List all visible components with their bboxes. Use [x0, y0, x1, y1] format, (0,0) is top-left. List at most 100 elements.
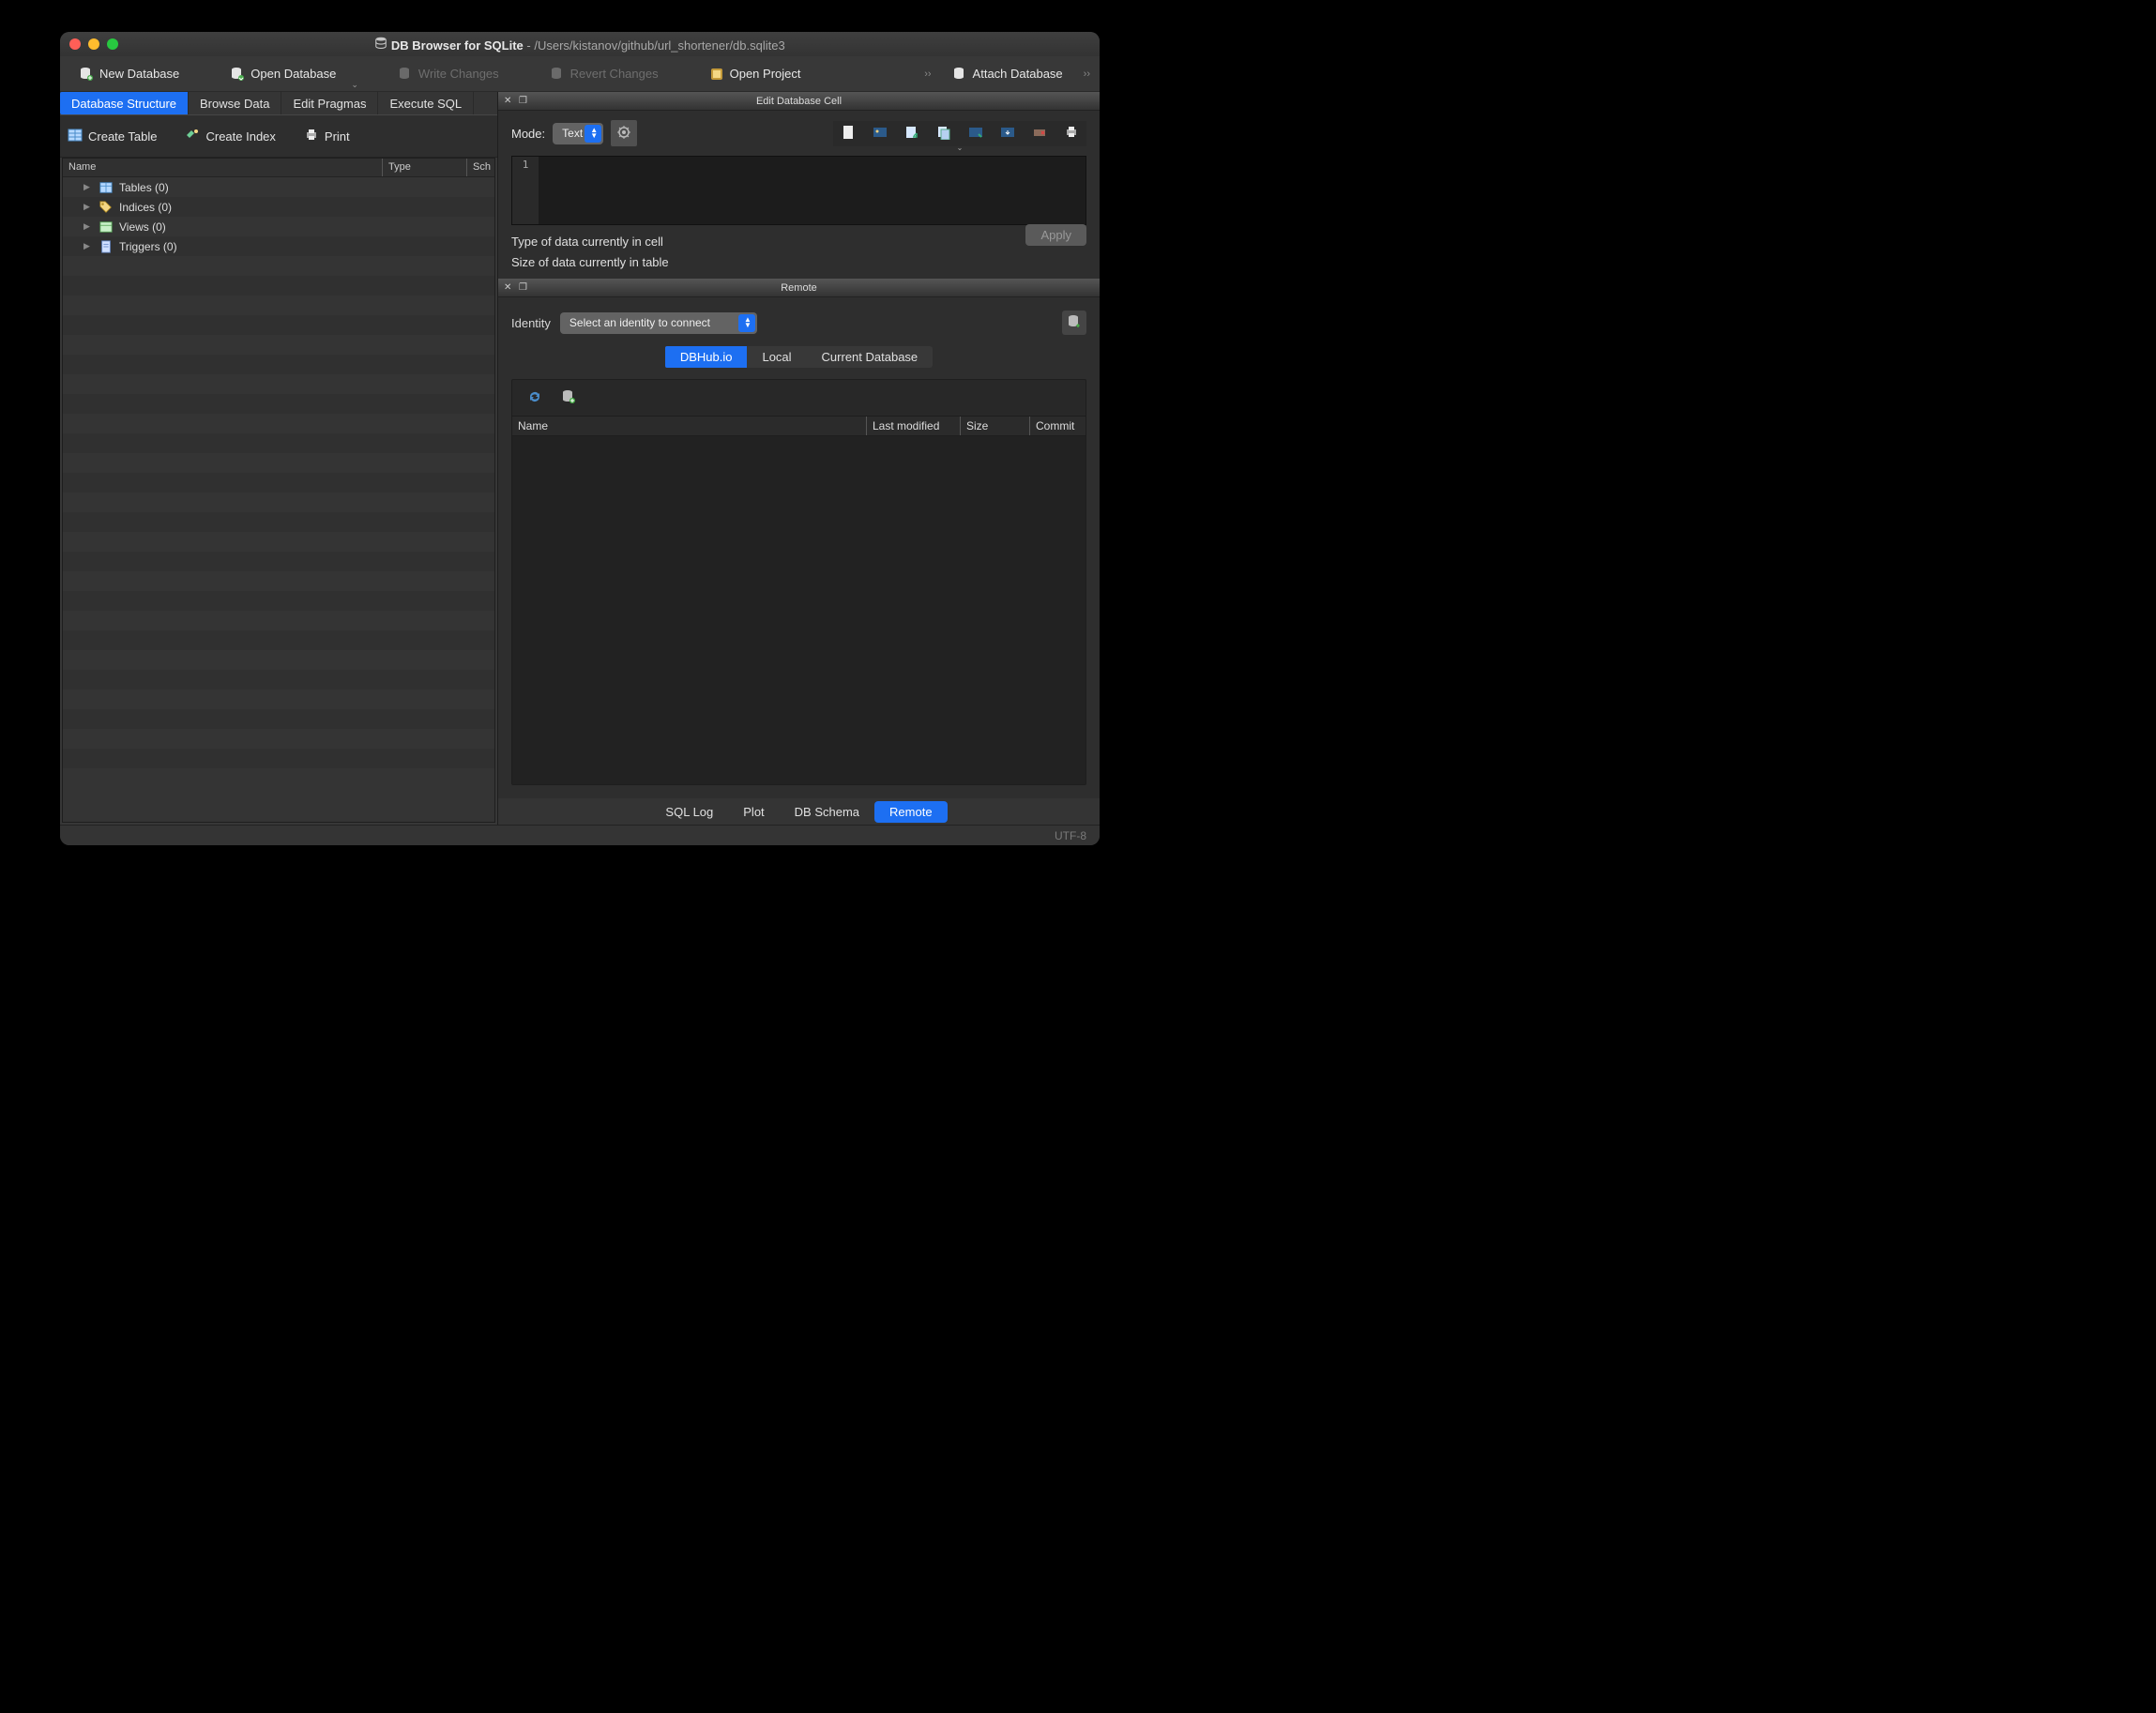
apply-button[interactable]: Apply — [1025, 224, 1086, 246]
tree-empty-row — [63, 394, 494, 414]
attach-database-button[interactable]: Attach Database — [941, 59, 1074, 89]
tree-empty-row — [63, 315, 494, 335]
printer-icon[interactable] — [1064, 125, 1079, 143]
col-header-last-modified[interactable]: Last modified — [866, 417, 960, 435]
traffic-lights — [69, 38, 118, 50]
close-panel-icon[interactable]: ✕ — [504, 96, 513, 106]
left-pane: Database Structure Browse Data Edit Prag… — [60, 92, 498, 825]
database-icon — [374, 38, 391, 53]
printer-icon — [304, 128, 319, 145]
titlebar: DB Browser for SQLite - /Users/kistanov/… — [60, 32, 1100, 56]
database-write-icon — [398, 67, 413, 82]
tree-item-tables[interactable]: ▶ Tables (0) — [63, 177, 494, 197]
document-icon[interactable] — [841, 125, 856, 143]
tree-empty-row — [63, 729, 494, 749]
identity-select[interactable]: Select an identity to connect ▲▼ — [560, 312, 757, 334]
image-icon[interactable] — [873, 125, 888, 143]
close-window-button[interactable] — [69, 38, 81, 50]
tree-empty-row — [63, 749, 494, 768]
remote-table-header: Name Last modified Size Commit — [512, 416, 1086, 436]
col-header-name[interactable]: Name — [63, 159, 382, 176]
database-attach-icon — [952, 67, 967, 82]
cell-size-info: Size of data currently in table — [511, 255, 1086, 269]
remote-table: Name Last modified Size Commit — [511, 379, 1086, 785]
tree-item-triggers[interactable]: ▶ Triggers (0) — [63, 236, 494, 256]
schema-tree: Name Type Sch ▶ Tables (0) ▶ Indices (0) — [62, 158, 495, 823]
app-window: DB Browser for SQLite - /Users/kistanov/… — [60, 32, 1100, 845]
col-header-name[interactable]: Name — [512, 417, 866, 435]
panel-title-label: Edit Database Cell — [498, 96, 1100, 107]
table-icon — [99, 180, 114, 195]
refresh-button[interactable] — [527, 389, 542, 407]
right-pane: ✕ ❐ Edit Database Cell Mode: Text ▲▼ — [498, 92, 1100, 825]
tab-dbhub[interactable]: DBHub.io — [665, 346, 748, 368]
tab-browse-data[interactable]: Browse Data — [189, 92, 281, 114]
create-table-button[interactable]: Create Table — [68, 128, 157, 145]
detach-panel-icon[interactable]: ❐ — [519, 282, 528, 293]
chevron-right-icon: ▶ — [84, 202, 93, 212]
remote-table-body — [512, 436, 1086, 784]
tab-db-schema[interactable]: DB Schema — [780, 801, 874, 823]
tree-empty-row — [63, 276, 494, 296]
tree-empty-row — [63, 374, 494, 394]
print-button[interactable]: Print — [304, 128, 350, 145]
tab-sql-log[interactable]: SQL Log — [650, 801, 728, 823]
bottom-panel-tabs: SQL Log Plot DB Schema Remote — [498, 798, 1100, 825]
col-header-schema[interactable]: Sch — [466, 159, 494, 176]
new-database-button[interactable]: New Database — [68, 59, 190, 89]
tree-item-views[interactable]: ▶ Views (0) — [63, 217, 494, 236]
open-database-button[interactable]: Open Database — [219, 59, 347, 89]
mode-settings-button[interactable] — [611, 120, 637, 146]
tree-empty-row — [63, 453, 494, 473]
cell-editor[interactable]: 1 — [511, 156, 1086, 225]
detach-panel-icon[interactable]: ❐ — [519, 96, 528, 106]
remote-source-tabs: DBHub.io Local Current Database — [665, 346, 933, 368]
import-icon[interactable] — [904, 125, 919, 143]
view-icon — [99, 220, 114, 235]
tree-empty-row — [63, 532, 494, 552]
tab-plot[interactable]: Plot — [728, 801, 779, 823]
mode-select[interactable]: Text ▲▼ — [553, 123, 603, 144]
tree-empty-row — [63, 690, 494, 709]
create-index-button[interactable]: Create Index — [185, 128, 275, 145]
tab-edit-pragmas[interactable]: Edit Pragmas — [281, 92, 378, 114]
copy-icon[interactable] — [936, 125, 951, 143]
title-path: /Users/kistanov/github/url_shortener/db.… — [534, 38, 784, 53]
tab-remote[interactable]: Remote — [874, 801, 948, 823]
tab-current-database[interactable]: Current Database — [807, 346, 934, 368]
database-upload-icon — [1067, 314, 1082, 332]
database-revert-icon — [550, 67, 565, 82]
tree-empty-row — [63, 630, 494, 650]
chevron-down-icon[interactable]: ⌄ — [347, 80, 358, 91]
line-gutter: 1 — [512, 157, 539, 224]
push-database-button[interactable] — [1062, 311, 1086, 335]
encoding-label[interactable]: UTF-8 — [1055, 829, 1086, 842]
project-open-icon — [709, 67, 724, 82]
tab-database-structure[interactable]: Database Structure — [60, 92, 189, 114]
clear-icon[interactable] — [1032, 125, 1047, 143]
tag-icon — [99, 200, 114, 215]
index-icon — [185, 128, 200, 145]
col-header-size[interactable]: Size — [960, 417, 1029, 435]
fullscreen-window-button[interactable] — [107, 38, 118, 50]
col-header-type[interactable]: Type — [382, 159, 466, 176]
tree-empty-row — [63, 493, 494, 512]
statusbar: UTF-8 — [60, 825, 1100, 845]
col-header-commit[interactable]: Commit — [1029, 417, 1086, 435]
toolbar-overflow-icon[interactable]: ›› — [915, 68, 940, 80]
tab-execute-sql[interactable]: Execute SQL — [378, 92, 474, 114]
close-panel-icon[interactable]: ✕ — [504, 282, 513, 293]
clone-database-button[interactable] — [561, 389, 576, 407]
tab-local[interactable]: Local — [747, 346, 806, 368]
tree-item-indices[interactable]: ▶ Indices (0) — [63, 197, 494, 217]
save-icon[interactable] — [1000, 125, 1015, 143]
revert-changes-button: Revert Changes — [539, 59, 670, 89]
edit-cell-panel-header: ✕ ❐ Edit Database Cell — [498, 92, 1100, 111]
toolbar-overflow-icon-2[interactable]: ›› — [1074, 68, 1100, 80]
chevron-down-icon[interactable]: ⌄ — [957, 144, 964, 152]
export-icon[interactable] — [968, 125, 983, 143]
mode-label: Mode: — [511, 127, 545, 141]
write-changes-button: Write Changes — [387, 59, 510, 89]
minimize-window-button[interactable] — [88, 38, 99, 50]
open-project-button[interactable]: Open Project — [698, 59, 812, 89]
